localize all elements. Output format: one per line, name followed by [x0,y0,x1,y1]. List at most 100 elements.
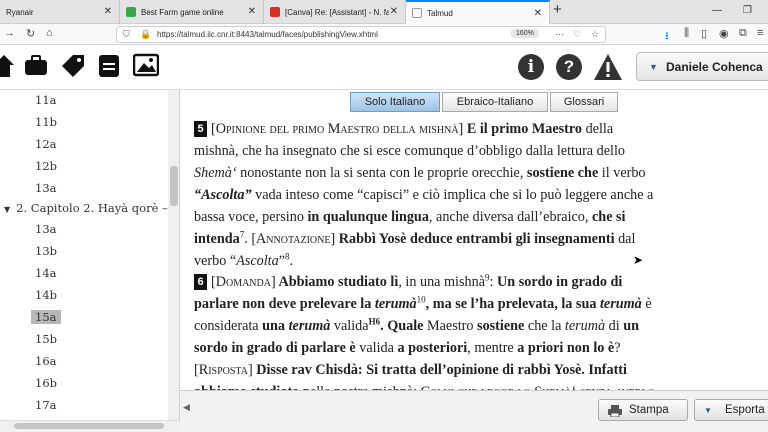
account-icon[interactable]: ◉ [719,27,729,40]
passage: 5 [Opinione del primo Maestro della mishn… [194,118,656,272]
tree-scrollbar[interactable] [168,90,179,420]
sidebar-icon[interactable]: ▯ [701,27,707,40]
collapse-caret-icon[interactable]: ▼ [4,205,10,214]
new-tab-icon[interactable]: + [553,1,562,18]
gmail-favicon-icon [270,7,280,17]
menu-icon[interactable]: ≡ [757,27,763,39]
print-button[interactable]: Stampa [598,399,688,421]
tree-node[interactable]: 16b [35,376,57,390]
url-bar[interactable]: ⛉ 🔒 https://talmud.ilc.cnr.it:8443/talmu… [116,26,606,43]
document-icon[interactable] [98,53,120,79]
image-icon[interactable] [133,53,159,77]
passage-text: [Opinione del primo Maestro della mishnà… [194,121,653,269]
text-run: il verbo [598,165,646,181]
page-favicon-icon [412,8,422,18]
close-icon[interactable]: ✕ [534,8,542,19]
download-icon[interactable]: ⭳ [665,27,669,46]
browser-tab-ryanair[interactable]: Ryanair ✕ [0,0,120,24]
passage-number[interactable]: 6 [194,274,207,290]
tree-node-selected[interactable]: 15a [31,310,61,324]
tree-node[interactable]: 16a [35,354,57,368]
chapter-label: 2. Capitolo 2. Hayà qorè – [16,201,168,215]
browser-tab-talmud[interactable]: Talmud ✕ [406,0,550,24]
passage-text: [Domanda] Abbiamo studiato lì, in una mi… [194,273,655,390]
text-run: [Domanda] [211,274,276,290]
export-button[interactable]: ▼ Esporta [694,399,768,421]
warning-icon[interactable] [593,53,623,81]
text-run: Maestro [423,318,478,334]
pocket-icon[interactable]: ♡ [573,29,581,40]
tree-node[interactable]: 14b [35,288,57,302]
tree-node[interactable]: 17a [35,398,57,412]
bookmark-star-icon[interactable]: ☆ [591,29,599,40]
footnote-ref[interactable]: H6 [369,316,381,326]
home-icon[interactable]: ⌂ [46,27,53,39]
tree-node[interactable]: 15b [35,332,57,346]
text-run: [Opinione del primo Maestro della mishnà… [211,121,464,137]
restore-icon[interactable]: ❐ [743,5,752,16]
text-run: nonostante non la si senta con le propri… [236,165,527,181]
tree-node[interactable]: 14a [35,266,57,280]
close-icon[interactable]: ✕ [248,6,256,17]
tree-horizontal-scrollbar-thumb[interactable] [14,423,164,429]
browser-nav-bar: → ↻ ⌂ ⛉ 🔒 https://talmud.ilc.cnr.it:8443… [0,24,768,45]
tab-title: Talmud [427,8,453,18]
text-run: “Ascolta” [194,187,252,203]
library-icon[interactable]: ⫼ [684,27,689,40]
text-run: sostiene [477,318,525,334]
text-run: valida [355,340,398,356]
tab-title: Ryanair [6,7,34,17]
text-run: terumà [374,296,417,312]
extension-icon[interactable]: ⧉ [739,27,747,40]
zoom-level-badge[interactable]: 160% [511,29,539,38]
text-run: , mentre [467,340,518,356]
text-run: . [289,253,294,269]
tree-node[interactable]: 12b [35,159,57,173]
tree-node[interactable]: 11b [35,115,57,129]
bottom-toolbar: Stampa ▼ Esporta [180,390,768,432]
forward-arrow-icon[interactable]: → [4,27,15,39]
tab-solo-italiano[interactable]: Solo Italiano [350,92,440,112]
browser-tab-best-farm[interactable]: Best Farm game online ✕ [120,0,264,24]
user-menu-button[interactable]: ▼ Daniele Cohenca [636,52,768,81]
help-icon[interactable]: ? [556,54,582,80]
tab-title: [Canva] Re: [Assistant] - N. fatt... [285,7,389,17]
text-run: Rabbì Yosè deduce entrambi gli insegname… [335,231,615,247]
browser-tab-canva-mail[interactable]: [Canva] Re: [Assistant] - N. fatt... ✕ [264,0,406,24]
user-name: Daniele Cohenca [666,60,763,74]
text-run: ? [614,340,621,356]
briefcase-icon[interactable] [24,53,48,77]
tab-ebraico-italiano[interactable]: Ebraico-Italiano [442,92,548,112]
more-dots-icon[interactable]: ··· [555,29,564,39]
tree-node[interactable]: 13a [35,222,57,236]
text-run: Abbiamo studiato lì [275,274,399,290]
info-icon[interactable]: i [518,54,544,80]
tree-node[interactable]: 11a [35,93,57,107]
text-run: Ascolta [236,253,279,269]
reload-icon[interactable]: ↻ [26,27,35,40]
tab-glossari[interactable]: Glossari [550,92,618,112]
tree-scrollbar-thumb[interactable] [170,166,178,206]
tree-node[interactable]: 13a [35,181,57,195]
tree-node[interactable]: 12a [35,137,57,151]
text-run: che la [524,318,565,334]
text-run: Shemà‘ [194,165,237,181]
passage: 6 [Domanda] Abbiamo studiato lì, in una m… [194,271,656,390]
game-favicon-icon [126,7,136,17]
mouse-cursor-icon: ➤ [633,253,644,267]
passage-number[interactable]: 5 [194,121,207,137]
scroll-left-arrow-icon[interactable]: ◀ [183,402,190,413]
text-run: valida [330,318,369,334]
home-icon[interactable] [0,53,14,79]
tag-icon[interactable] [60,53,86,79]
printer-icon [608,405,622,417]
shield-icon: ⛉ [123,29,130,39]
minimize-icon[interactable]: — [712,5,722,16]
folio-tree: 11a 11b 12a 12b 13a ▼ 2. Capitolo 2. Hayà… [0,90,180,420]
close-icon[interactable]: ✕ [390,6,398,17]
close-icon[interactable]: ✕ [104,6,112,17]
tree-node[interactable]: 13b [35,244,57,258]
content-scrollbar[interactable] [657,117,669,390]
footnote-ref[interactable]: 10 [417,294,426,304]
tree-chapter-node[interactable]: ▼ 2. Capitolo 2. Hayà qorè – [4,201,168,215]
